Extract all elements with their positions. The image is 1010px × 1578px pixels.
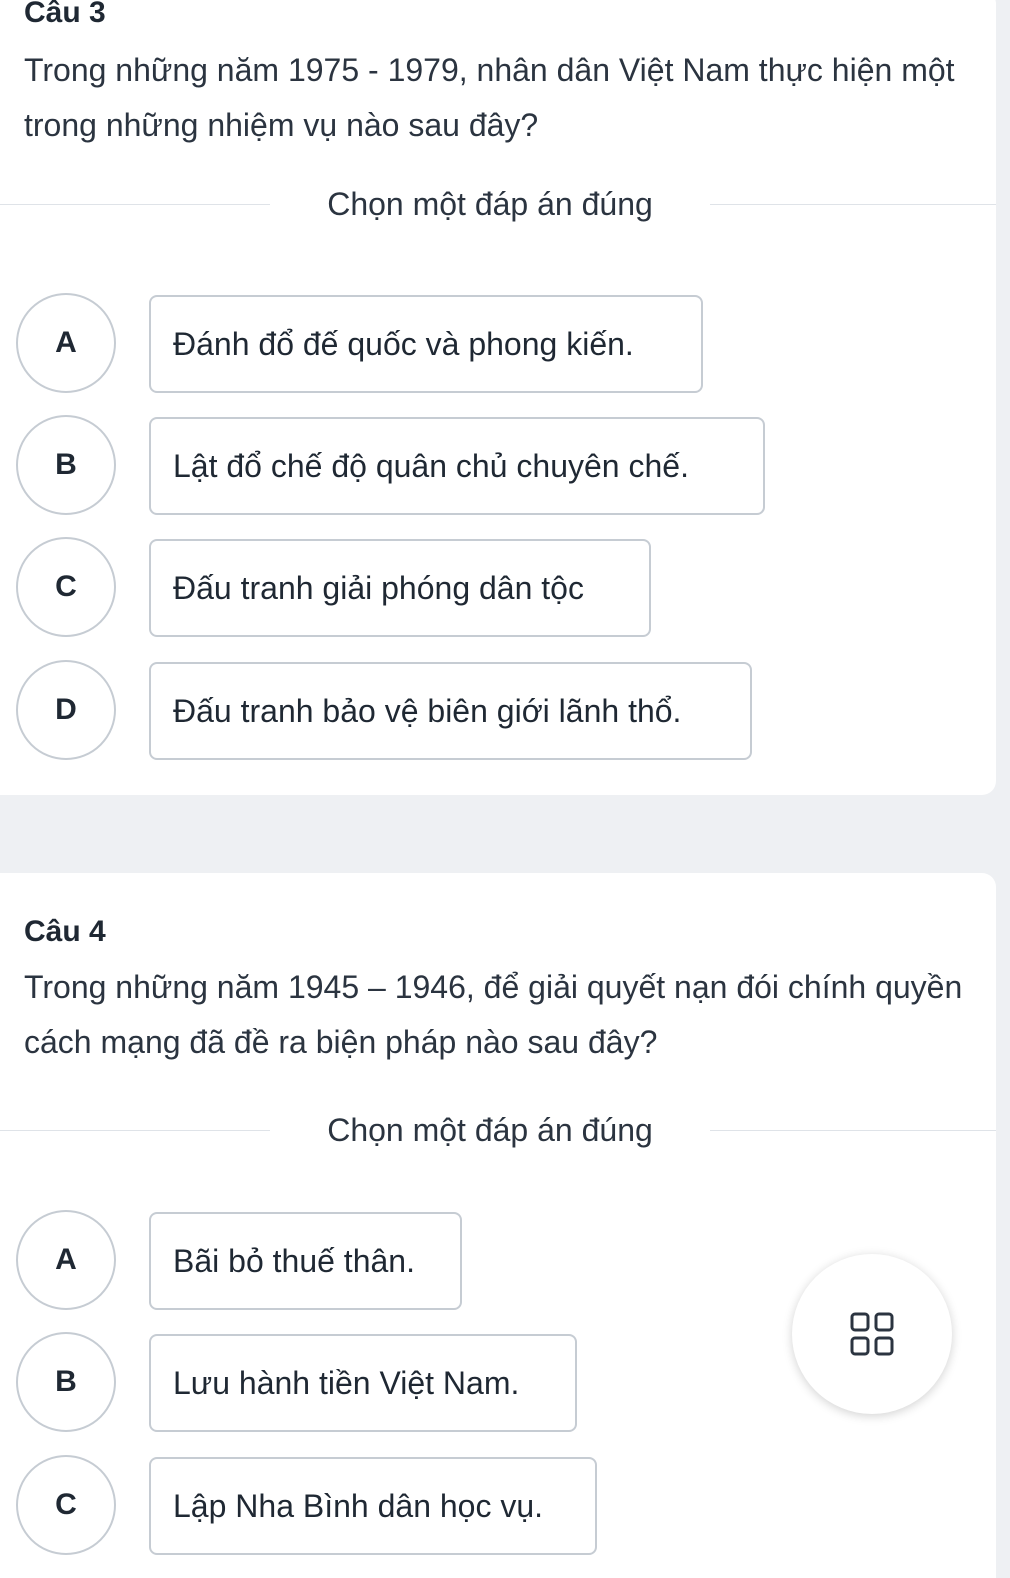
option-answer-b[interactable]: Lật đổ chế độ quân chủ chuyên chế. [149,417,765,515]
option-letter-c[interactable]: C [16,1455,116,1555]
option-answer-c[interactable]: Lập Nha Bình dân học vụ. [149,1457,597,1555]
option-letter-d[interactable]: D [16,660,116,760]
option-letter-b[interactable]: B [16,1332,116,1432]
instruction-divider: Chọn một đáp án đúng [0,1110,996,1150]
divider-line [710,1130,996,1131]
option-letter-b[interactable]: B [16,415,116,515]
question-card: Câu 3 Trong những năm 1975 - 1979, nhân … [0,0,996,795]
question-text: Trong những năm 1945 – 1946, để giải quy… [24,969,963,1060]
question-grid-button[interactable] [792,1254,952,1414]
option-answer-c[interactable]: Đấu tranh giải phóng dân tộc [149,539,651,637]
option-letter-c[interactable]: C [16,537,116,637]
option-answer-d[interactable]: Đấu tranh bảo vệ biên giới lãnh thổ. [149,662,752,760]
option-letter-a[interactable]: A [16,1210,116,1310]
question-card: Câu 4 Trong những năm 1945 – 1946, để gi… [0,873,996,1578]
question-text: Trong những năm 1975 - 1979, nhân dân Vi… [24,52,955,143]
divider-line [710,204,996,205]
option-answer-a[interactable]: Bãi bỏ thuế thân. [149,1212,462,1310]
grid-icon [850,1312,894,1356]
option-letter-a[interactable]: A [16,293,116,393]
option-answer-a[interactable]: Đánh đổ đế quốc và phong kiến. [149,295,703,393]
question-title: Câu 4 [24,915,106,948]
instruction-divider: Chọn một đáp án đúng [0,184,996,224]
option-answer-b[interactable]: Lưu hành tiền Việt Nam. [149,1334,577,1432]
question-title: Câu 3 [24,0,106,29]
